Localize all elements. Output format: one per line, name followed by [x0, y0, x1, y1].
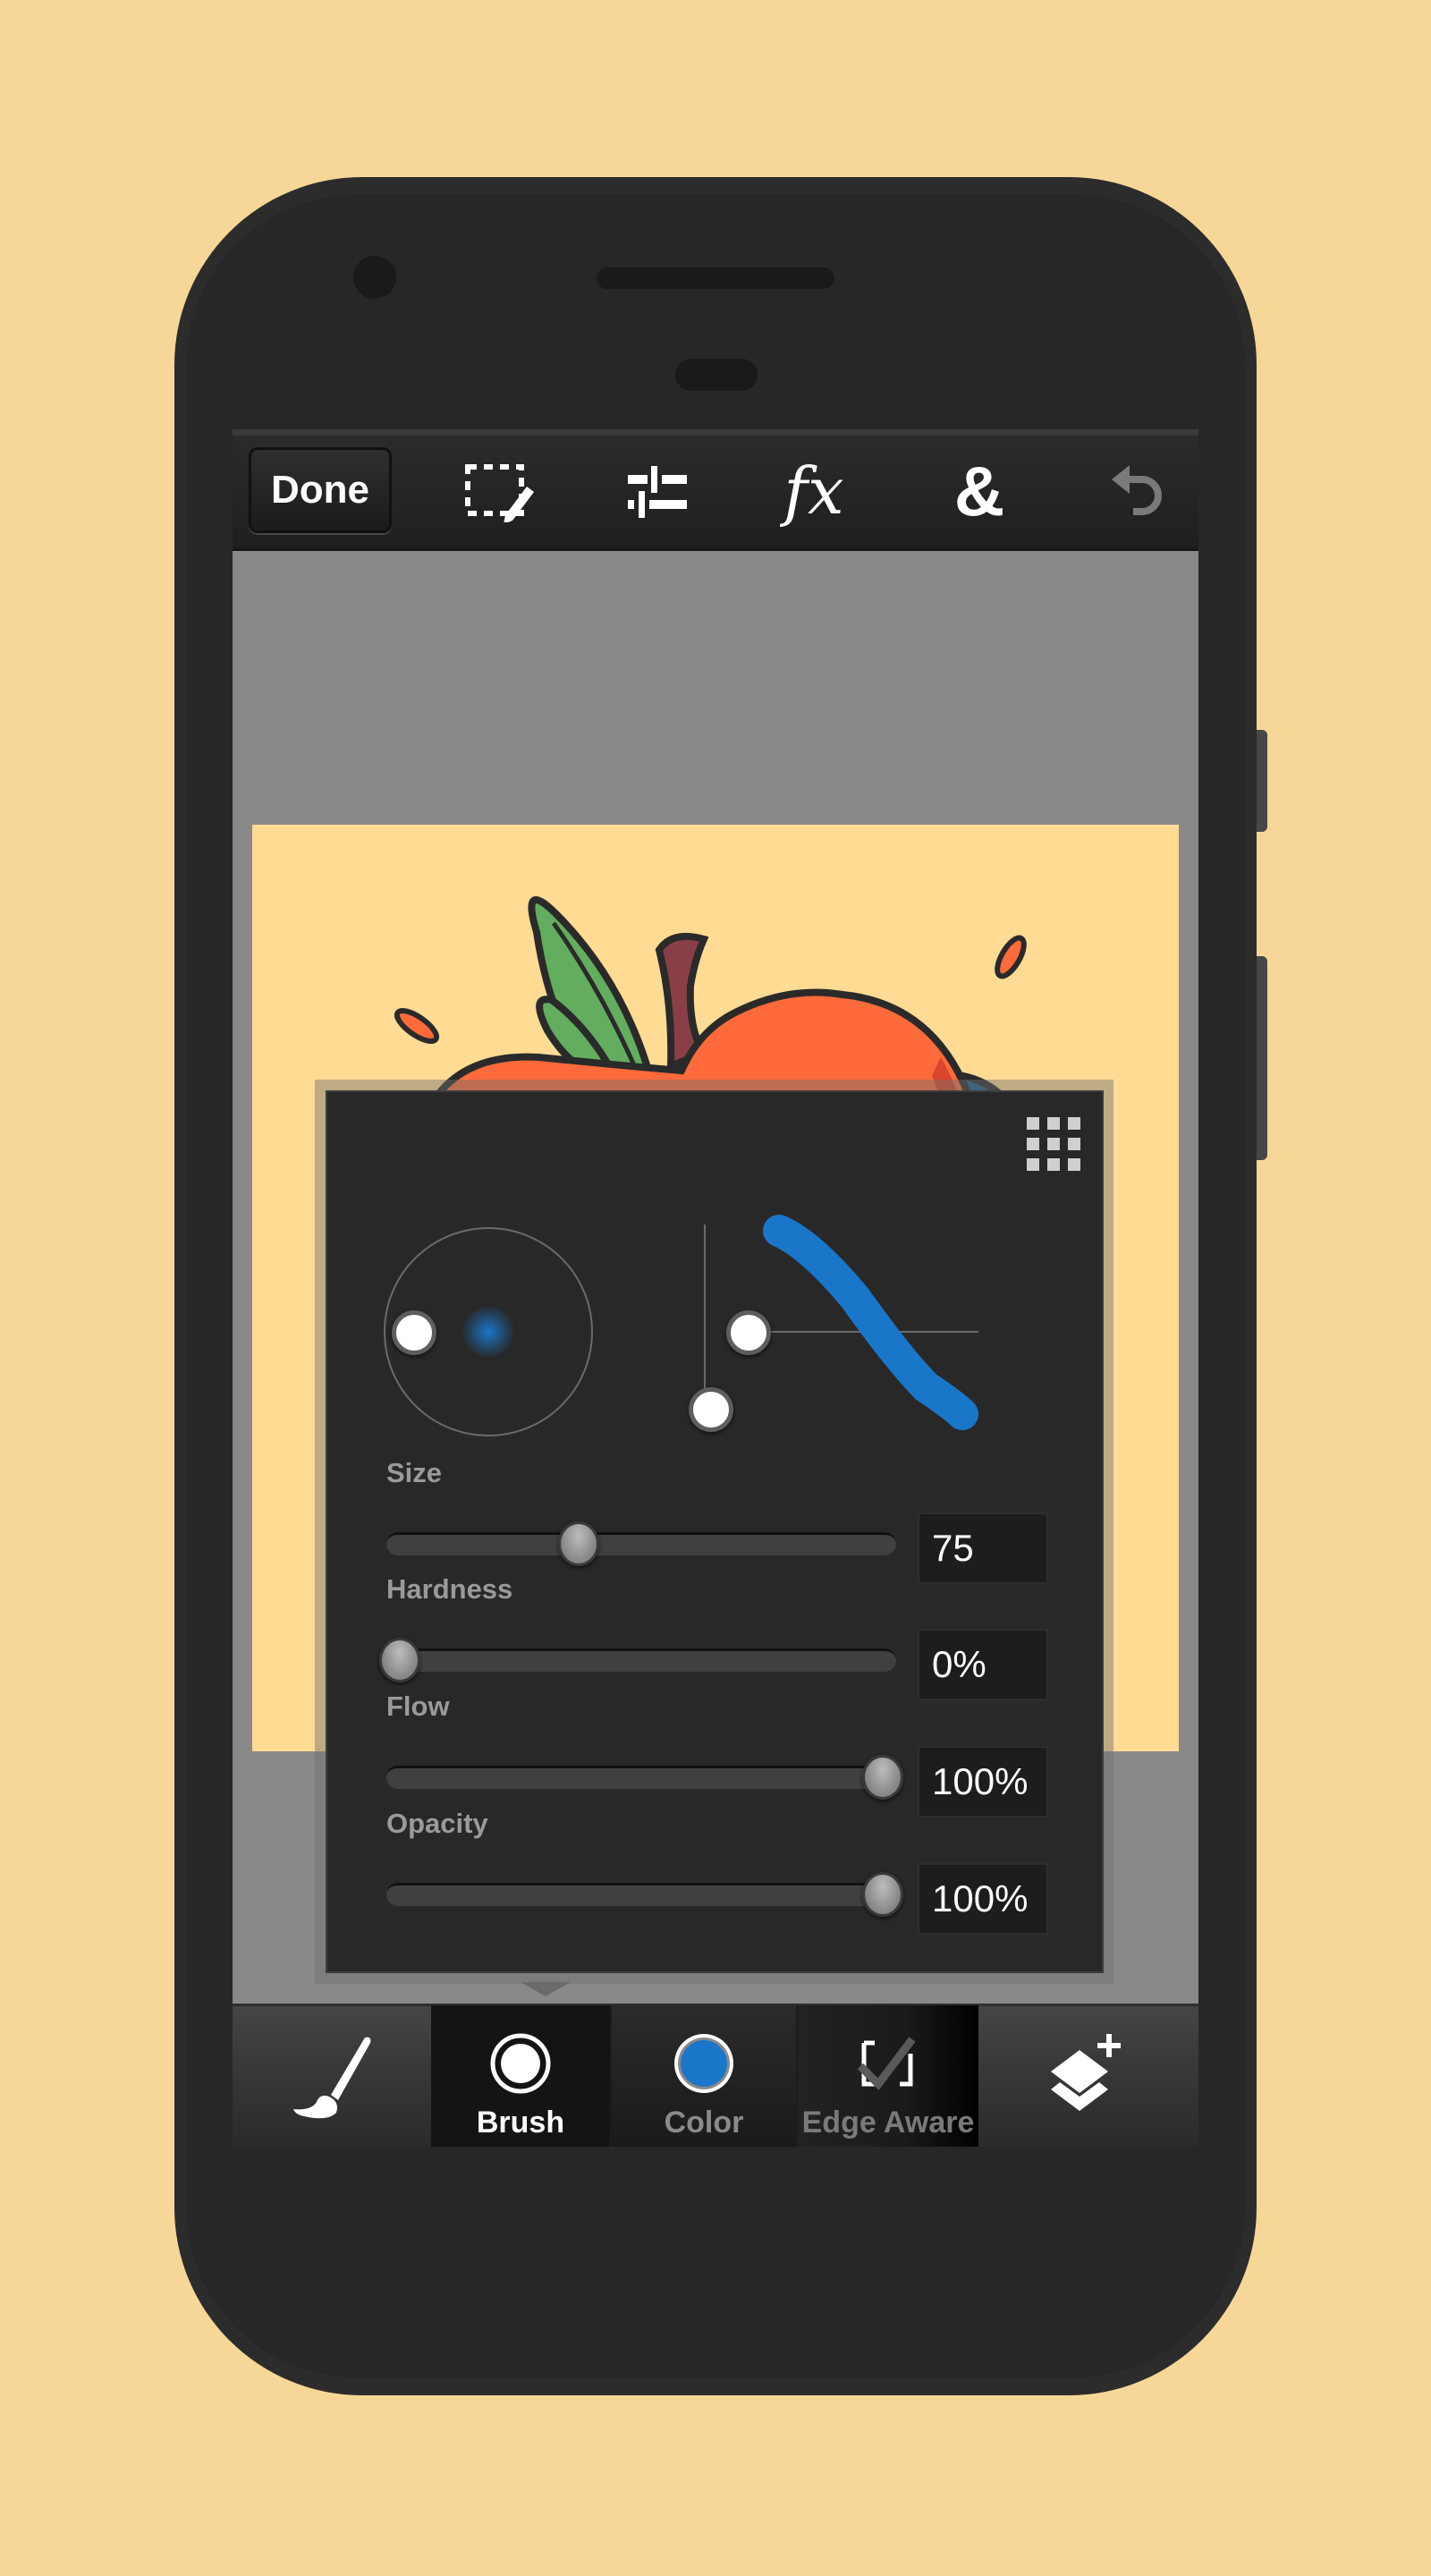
hardness-slider-thumb[interactable] — [379, 1638, 420, 1682]
size-slider-track[interactable] — [386, 1532, 896, 1555]
flow-value-field[interactable]: 100% — [918, 1746, 1048, 1818]
fx-icon[interactable]: fx — [769, 451, 859, 531]
tab-brush-label: Brush — [476, 2106, 565, 2140]
brush-options-tabs: Brush Color Edge Aware — [431, 2005, 978, 2147]
flow-slider-thumb[interactable] — [862, 1755, 903, 1800]
app-screen: Done fx & Size 75 Hardness 0% Flow 100% … — [233, 429, 1198, 2147]
tab-edge-aware[interactable]: Edge Aware — [798, 2005, 978, 2147]
angle-handle[interactable] — [689, 1387, 733, 1432]
proximity-sensor — [675, 359, 758, 391]
power-button — [1257, 730, 1267, 832]
brush-stroke-preview — [763, 1215, 978, 1430]
hardness-handle[interactable] — [392, 1310, 436, 1355]
tab-color[interactable]: Color — [612, 2005, 796, 2147]
brush-settings-popover: Size 75 Hardness 0% Flow 100% Opacity 10… — [326, 1090, 1104, 1973]
brush-tip-preview — [461, 1305, 515, 1359]
adjustments-icon[interactable] — [613, 451, 702, 531]
done-button[interactable]: Done — [249, 447, 392, 533]
size-value-field[interactable]: 75 — [918, 1513, 1048, 1584]
front-camera — [353, 256, 396, 299]
flow-slider-track[interactable] — [386, 1766, 896, 1789]
opacity-value-field[interactable]: 100% — [918, 1863, 1048, 1935]
bottom-toolbar: Brush Color Edge Aware — [233, 2004, 1198, 2147]
color-swatch-icon — [674, 2034, 733, 2093]
undo-icon[interactable] — [1093, 451, 1182, 531]
hardness-label: Hardness — [386, 1573, 513, 1605]
flow-label: Flow — [386, 1690, 450, 1722]
paintbrush-icon[interactable] — [286, 2030, 385, 2120]
popover-pointer — [521, 1982, 571, 1996]
top-toolbar: Done fx & — [233, 429, 1198, 551]
size-slider-thumb[interactable] — [557, 1521, 599, 1566]
selection-edit-icon[interactable] — [453, 451, 543, 531]
opacity-slider-thumb[interactable] — [862, 1872, 903, 1917]
hardness-value-field[interactable]: 0% — [918, 1629, 1048, 1700]
grid-icon[interactable] — [1025, 1115, 1082, 1177]
tab-color-label: Color — [664, 2106, 744, 2140]
volume-button — [1257, 956, 1267, 1160]
size-label: Size — [386, 1457, 443, 1488]
checkbox-icon — [857, 2037, 916, 2090]
add-layer-icon[interactable] — [1042, 2030, 1131, 2120]
brush-circle-icon — [490, 2033, 551, 2094]
opacity-label: Opacity — [386, 1808, 488, 1839]
hardness-slider-track[interactable] — [386, 1648, 896, 1672]
roundness-handle[interactable] — [726, 1310, 771, 1355]
tab-brush[interactable]: Brush — [431, 2005, 610, 2147]
blend-icon[interactable]: & — [935, 451, 1024, 531]
earpiece-speaker — [597, 267, 834, 289]
opacity-slider-track[interactable] — [386, 1883, 896, 1906]
tab-edge-aware-label: Edge Aware — [801, 2106, 975, 2140]
